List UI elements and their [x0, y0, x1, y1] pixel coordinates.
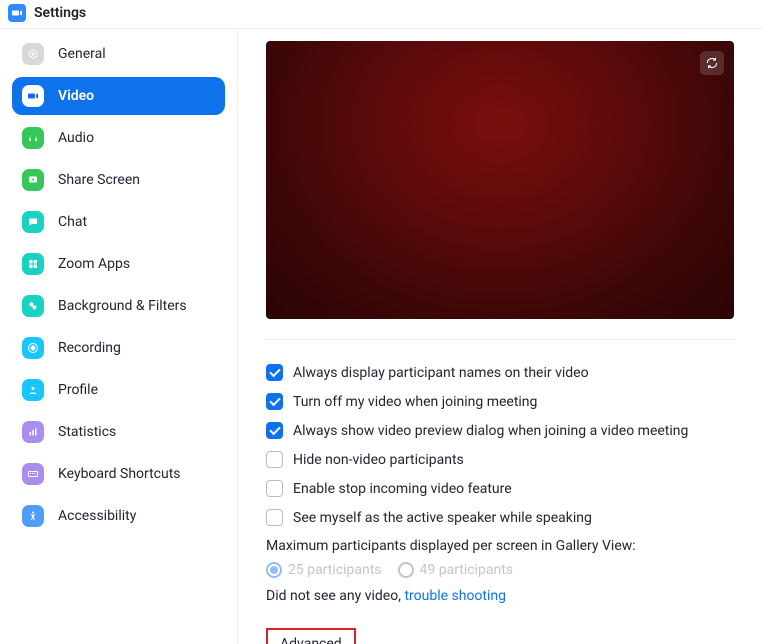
window-title: Settings — [34, 5, 86, 21]
sidebar-item-label: General — [58, 46, 106, 62]
share-icon — [22, 169, 44, 191]
sidebar-item-label: Keyboard Shortcuts — [58, 466, 181, 482]
checkbox-icon — [266, 393, 283, 410]
checkbox-icon — [266, 422, 283, 439]
help-text: Did not see any video, — [266, 588, 401, 604]
app-icon — [8, 4, 26, 22]
sidebar-item-label: Statistics — [58, 424, 116, 440]
sidebar-item-label: Profile — [58, 382, 98, 398]
titlebar: Settings — [0, 0, 762, 28]
gallery-view-options: 25 participants 49 participants — [266, 562, 754, 578]
sidebar-item-share[interactable]: Share Screen — [12, 161, 225, 199]
sidebar-item-video[interactable]: Video — [12, 77, 225, 115]
video-help-row: Did not see any video, trouble shooting — [266, 588, 754, 604]
sidebar-item-label: Accessibility — [58, 508, 136, 524]
option-checkbox-3[interactable]: Hide non-video participants — [266, 451, 754, 468]
sidebar-item-bgfilter[interactable]: Background & Filters — [12, 287, 225, 325]
video-icon — [22, 85, 44, 107]
sidebar-item-label: Video — [58, 88, 94, 104]
option-label: Turn off my video when joining meeting — [293, 394, 537, 410]
option-label: Always display participant names on thei… — [293, 365, 589, 381]
sidebar-item-chat[interactable]: Chat — [12, 203, 225, 241]
sidebar-item-kbd[interactable]: Keyboard Shortcuts — [12, 455, 225, 493]
checkbox-icon — [266, 480, 283, 497]
video-options: Always display participant names on thei… — [266, 364, 754, 526]
bgfilter-icon — [22, 295, 44, 317]
sidebar-item-record[interactable]: Recording — [12, 329, 225, 367]
sidebar-item-apps[interactable]: Zoom Apps — [12, 245, 225, 283]
sidebar-item-general[interactable]: General — [12, 35, 225, 73]
apps-icon — [22, 253, 44, 275]
video-settings-panel: Always display participant names on thei… — [238, 29, 762, 644]
option-checkbox-2[interactable]: Always show video preview dialog when jo… — [266, 422, 754, 439]
checkbox-icon — [266, 509, 283, 526]
option-label: See myself as the active speaker while s… — [293, 510, 592, 526]
sidebar-item-label: Share Screen — [58, 172, 140, 188]
access-icon — [22, 505, 44, 527]
sidebar-item-stats[interactable]: Statistics — [12, 413, 225, 451]
radio-label: 25 participants — [288, 562, 382, 578]
troubleshooting-link[interactable]: trouble shooting — [404, 588, 506, 604]
sidebar-item-profile[interactable]: Profile — [12, 371, 225, 409]
option-label: Hide non-video participants — [293, 452, 464, 468]
checkbox-icon — [266, 451, 283, 468]
option-label: Always show video preview dialog when jo… — [293, 423, 688, 439]
kbd-icon — [22, 463, 44, 485]
radio-icon — [266, 562, 282, 578]
divider — [266, 339, 734, 340]
audio-icon — [22, 127, 44, 149]
gallery-radio-1[interactable]: 49 participants — [398, 562, 514, 578]
rotate-icon — [705, 56, 719, 70]
sidebar-item-label: Background & Filters — [58, 298, 187, 314]
gallery-radio-0[interactable]: 25 participants — [266, 562, 382, 578]
sidebar-item-label: Recording — [58, 340, 121, 356]
checkbox-icon — [266, 364, 283, 381]
sidebar-item-label: Chat — [58, 214, 87, 230]
sidebar-item-label: Zoom Apps — [58, 256, 130, 272]
chat-icon — [22, 211, 44, 233]
record-icon — [22, 337, 44, 359]
sidebar-item-access[interactable]: Accessibility — [12, 497, 225, 535]
video-preview — [266, 41, 734, 319]
radio-icon — [398, 562, 414, 578]
sidebar: General Video Audio Share Screen Chat Zoom Ap… — [0, 29, 238, 644]
option-checkbox-4[interactable]: Enable stop incoming video feature — [266, 480, 754, 497]
profile-icon — [22, 379, 44, 401]
general-icon — [22, 43, 44, 65]
option-checkbox-0[interactable]: Always display participant names on thei… — [266, 364, 754, 381]
radio-label: 49 participants — [420, 562, 514, 578]
stats-icon — [22, 421, 44, 443]
rotate-camera-button[interactable] — [700, 51, 724, 75]
sidebar-item-audio[interactable]: Audio — [12, 119, 225, 157]
settings-window: General Video Audio Share Screen Chat Zoom Ap… — [0, 28, 762, 644]
gallery-view-label: Maximum participants displayed per scree… — [266, 538, 754, 554]
option-checkbox-5[interactable]: See myself as the active speaker while s… — [266, 509, 754, 526]
option-label: Enable stop incoming video feature — [293, 481, 512, 497]
option-checkbox-1[interactable]: Turn off my video when joining meeting — [266, 393, 754, 410]
sidebar-item-label: Audio — [58, 130, 94, 146]
